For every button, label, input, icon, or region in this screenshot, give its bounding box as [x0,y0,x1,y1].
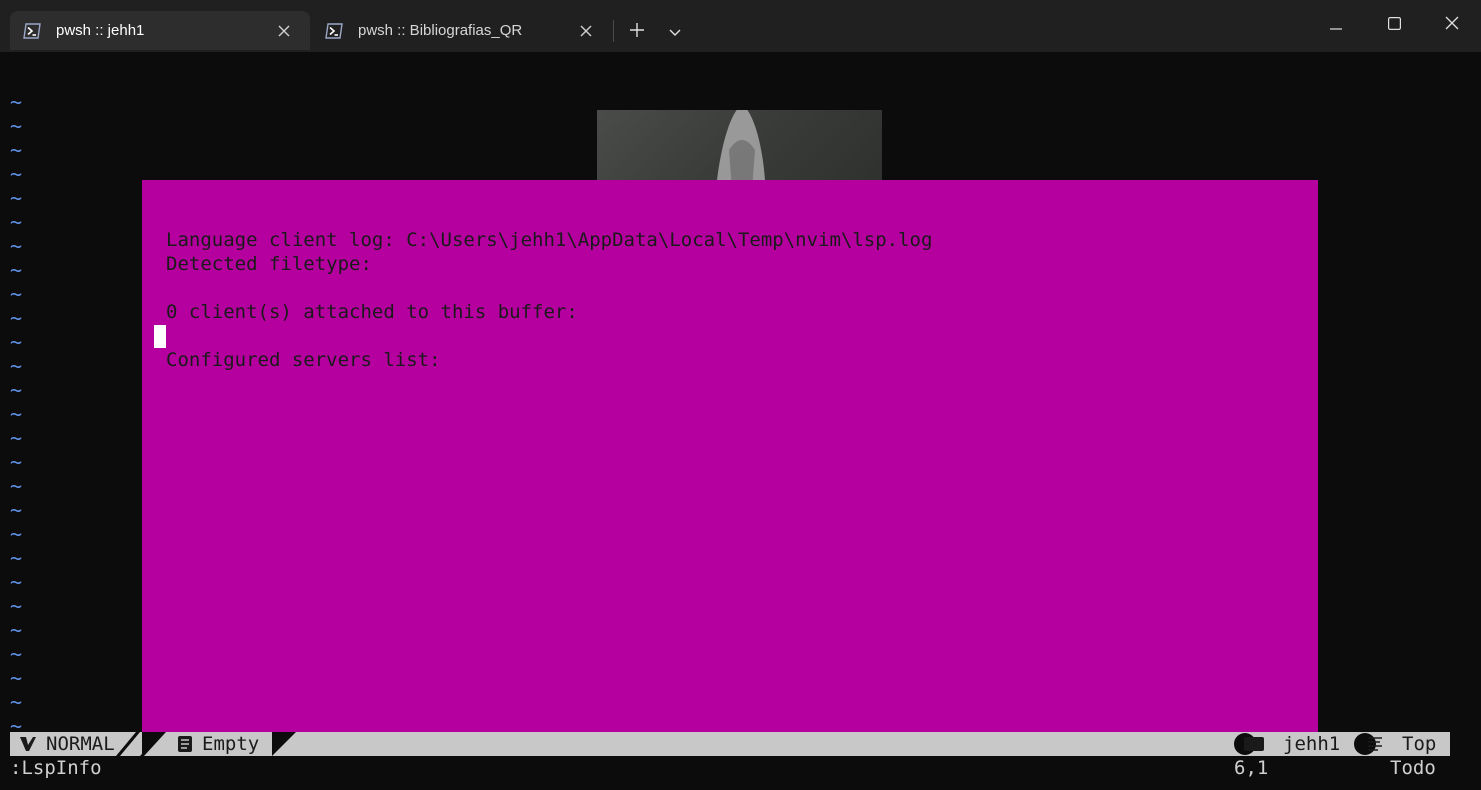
lsp-info-window[interactable]: Language client log: C:\Users\jehh1\AppD… [142,180,1318,732]
text-cursor [154,325,166,348]
detected-filetype-line: Detected filetype: [166,253,372,275]
tab-pwsh-bibliografias[interactable]: pwsh :: Bibliografias_QR [312,11,612,50]
lsp-log-path-line: Language client log: C:\Users\jehh1\AppD… [166,229,933,251]
configured-servers-line: Configured servers list: [166,349,441,371]
command-line[interactable]: :LspInfo [10,756,102,780]
segment-separator [272,732,296,756]
tilde: ~ [10,114,23,138]
segment-separator [116,732,166,756]
terminal-area[interactable]: ~ ~ ~ ~ ~ ~ ~ ~ ~ ~ ~ ~ ~ ~ ~ ~ ~ ~ ~ ~ … [0,52,1481,790]
attached-clients-line: 0 client(s) attached to this buffer: [166,301,578,323]
close-icon [1445,15,1459,34]
empty-line-markers: ~ ~ ~ ~ ~ ~ ~ ~ ~ ~ ~ ~ ~ ~ ~ ~ ~ ~ ~ ~ … [10,90,30,738]
tilde: ~ [10,474,23,498]
scroll-position: Top [1402,733,1437,755]
title-bar: pwsh :: jehh1 pwsh :: Bibliografias_QR [0,0,1481,52]
close-window-button[interactable] [1429,4,1475,44]
maximize-button[interactable] [1371,4,1417,44]
tilde: ~ [10,618,23,642]
tilde: ~ [10,426,23,450]
maximize-icon [1387,15,1401,34]
lines-icon [1354,732,1384,756]
tilde: ~ [10,90,23,114]
close-icon[interactable] [572,17,600,45]
tilde: ~ [10,210,23,234]
powershell-icon [22,21,42,41]
tilde: ~ [10,642,23,666]
powershell-icon [324,21,344,41]
tilde: ~ [10,498,23,522]
tilde: ~ [10,258,23,282]
tab-title: pwsh :: jehh1 [56,22,145,39]
tilde: ~ [10,666,23,690]
folder-icon [1234,732,1266,756]
tilde: ~ [10,234,23,258]
cursor-position: 6,1 [1234,757,1269,779]
file-icon [178,732,192,756]
file-name: Empty [202,733,260,755]
tilde: ~ [10,450,23,474]
tilde: ~ [10,690,23,714]
tilde: ~ [10,138,23,162]
tilde: ~ [10,186,23,210]
tilde: ~ [10,402,23,426]
tilde: ~ [10,378,23,402]
tab-dropdown-button[interactable] [660,16,690,46]
minimize-icon [1330,15,1342,34]
tilde: ~ [10,570,23,594]
tilde: ~ [10,162,23,186]
close-icon[interactable] [270,17,298,45]
tilde: ~ [10,522,23,546]
directory-name: jehh1 [1283,733,1341,755]
tab-pwsh-jehh1[interactable]: pwsh :: jehh1 [10,11,310,50]
terminal-window: pwsh :: jehh1 pwsh :: Bibliografias_QR ~… [0,0,1481,790]
new-tab-button[interactable] [622,16,652,46]
vim-icon [18,732,38,756]
tab-title: pwsh :: Bibliografias_QR [358,22,523,39]
scroll-percent: Todo [1390,757,1436,779]
chevron-down-icon [669,22,681,41]
plus-icon [630,22,644,41]
mode-indicator: NORMAL [46,733,115,755]
tilde: ~ [10,330,23,354]
tilde: ~ [10,354,23,378]
tilde: ~ [10,546,23,570]
minimize-button[interactable] [1313,4,1359,44]
tilde: ~ [10,306,23,330]
statusline: NORMAL Empty jehh1 Top [10,732,1450,756]
tilde: ~ [10,282,23,306]
tilde: ~ [10,594,23,618]
tab-separator [613,20,614,42]
